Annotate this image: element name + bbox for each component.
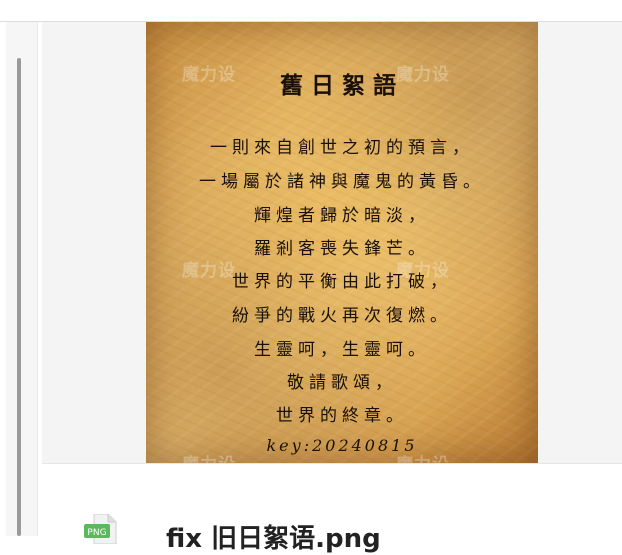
poem: 舊日絮語 一則來自創世之初的預言， 一場屬於諸神與魔鬼的黃昏。 輝煌者歸於暗淡，…	[146, 22, 538, 463]
poem-key: key:20240815	[266, 436, 418, 455]
poem-line: 一場屬於諸神與魔鬼的黃昏。	[199, 172, 485, 192]
poem-line: 敬請歌頌，	[287, 373, 397, 393]
poem-line: 輝煌者歸於暗淡，	[254, 206, 430, 226]
file-type-badge: PNG	[87, 528, 106, 538]
image-preview-panel: 魔力设 魔力设 魔力设 魔力设 魔力设 魔力设 舊日絮語 一則來自創世之初的預言…	[42, 22, 622, 464]
poem-title: 舊日絮語	[280, 72, 404, 99]
poem-line: 世界的平衡由此打破，	[232, 272, 452, 292]
poem-line: 生靈呵，生靈呵。	[254, 340, 430, 360]
file-name[interactable]: fix 旧日絮语.png	[166, 518, 381, 555]
file-list-item[interactable]: PNG fix 旧日絮语.png	[42, 470, 622, 554]
top-toolbar	[0, 0, 622, 22]
poem-line: 一則來自創世之初的預言，	[210, 138, 474, 158]
parchment-image[interactable]: 魔力设 魔力设 魔力设 魔力设 魔力设 魔力设 舊日絮語 一則來自創世之初的預言…	[146, 22, 538, 463]
poem-line: 世界的終章。	[276, 406, 408, 426]
scrollbar[interactable]	[15, 52, 23, 536]
poem-line: 紛爭的戰火再次復燃。	[232, 306, 452, 326]
png-file-icon: PNG	[84, 513, 132, 545]
scrollbar-thumb[interactable]	[17, 58, 21, 536]
poem-line: 羅剎客喪失鋒芒。	[254, 239, 430, 259]
